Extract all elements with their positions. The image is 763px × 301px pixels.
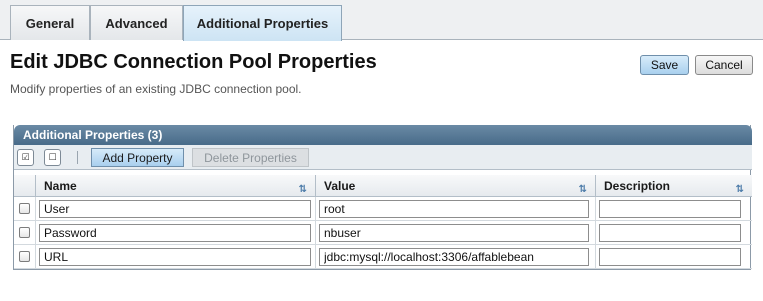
property-value-input[interactable] <box>319 248 589 266</box>
name-cell <box>36 221 316 245</box>
column-header-description[interactable]: Description ⇅ <box>596 175 752 197</box>
property-value-input[interactable] <box>319 200 589 218</box>
property-description-input[interactable] <box>599 248 741 266</box>
row-checkbox[interactable] <box>19 227 30 238</box>
select-all-icon[interactable]: ☑ <box>17 149 34 166</box>
description-cell <box>596 245 752 269</box>
select-column-header <box>14 175 36 197</box>
value-cell <box>316 245 596 269</box>
column-header-label: Name <box>44 179 77 193</box>
value-cell <box>316 221 596 245</box>
row-select-cell <box>14 197 36 221</box>
property-name-input[interactable] <box>39 248 311 266</box>
tab-bar: General Advanced Additional Properties <box>0 0 763 41</box>
property-value-input[interactable] <box>319 224 589 242</box>
row-checkbox[interactable] <box>19 203 30 214</box>
name-cell <box>36 245 316 269</box>
property-name-input[interactable] <box>39 224 311 242</box>
row-select-cell <box>14 221 36 245</box>
property-description-input[interactable] <box>599 200 741 218</box>
column-header-label: Description <box>604 179 671 193</box>
table-row <box>14 245 752 269</box>
page-title: Edit JDBC Connection Pool Properties <box>10 51 377 73</box>
tab-advanced[interactable]: Advanced <box>90 5 183 40</box>
value-cell <box>316 197 596 221</box>
column-header-name[interactable]: Name ⇅ <box>36 175 316 197</box>
table-row <box>14 197 752 221</box>
delete-properties-button: Delete Properties <box>192 148 309 167</box>
tab-general[interactable]: General <box>10 5 90 40</box>
name-cell <box>36 197 316 221</box>
row-checkbox[interactable] <box>19 251 30 262</box>
table-title: Additional Properties (3) <box>14 125 752 145</box>
cancel-button[interactable]: Cancel <box>695 55 753 75</box>
table-toolbar: ☑ ☐ Add Property Delete Properties <box>14 145 752 170</box>
table-row <box>14 221 752 245</box>
property-name-input[interactable] <box>39 200 311 218</box>
save-button[interactable]: Save <box>640 55 689 75</box>
toolbar-divider <box>77 151 78 164</box>
properties-table: Additional Properties (3) ☑ ☐ Add Proper… <box>13 125 752 270</box>
tab-additional-properties[interactable]: Additional Properties <box>183 5 342 41</box>
row-select-cell <box>14 245 36 269</box>
add-property-button[interactable]: Add Property <box>91 148 184 167</box>
property-description-input[interactable] <box>599 224 741 242</box>
page-description: Modify properties of an existing JDBC co… <box>10 82 302 96</box>
deselect-all-icon[interactable]: ☐ <box>44 149 61 166</box>
column-header-label: Value <box>324 179 356 193</box>
column-header-value[interactable]: Value ⇅ <box>316 175 596 197</box>
description-cell <box>596 197 752 221</box>
description-cell <box>596 221 752 245</box>
